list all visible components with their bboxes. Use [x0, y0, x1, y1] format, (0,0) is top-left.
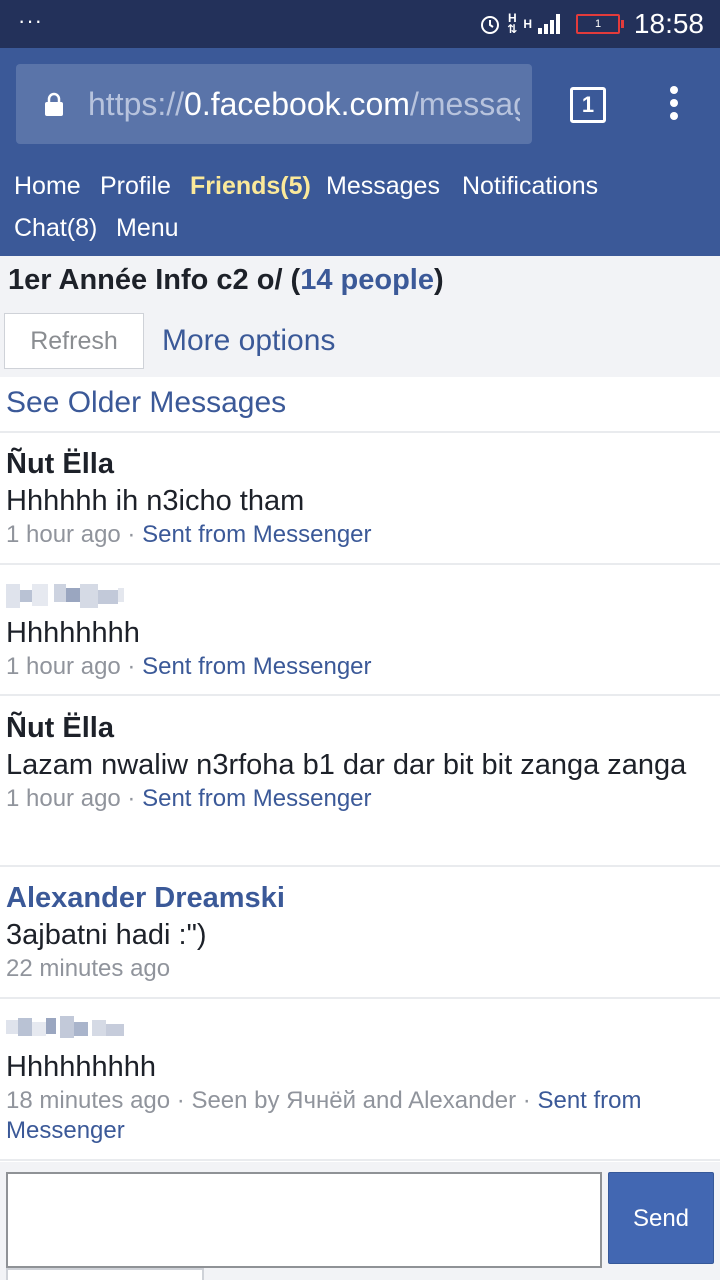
- message-time: 1 hour ago: [6, 653, 121, 680]
- thread-title: 1er Année Info c2 o/ (14 people): [8, 264, 444, 297]
- message-item: Alexander Dreamski 3ajbatni hadi :") 22 …: [6, 880, 710, 984]
- message-item: Hhhhhhhhh 18 minutes ago · Seen by Ячнёй…: [6, 1012, 710, 1146]
- message-item: Ñut Ëlla Lazam nwaliw n3rfoha b1 dar dar…: [6, 710, 710, 814]
- refresh-button[interactable]: Refresh: [4, 313, 144, 369]
- message-body: Lazam nwaliw n3rfoha b1 dar dar bit bit …: [6, 749, 687, 781]
- message-body: 3ajbatni hadi :"): [6, 919, 207, 951]
- network-type-icon-2: H: [523, 16, 532, 31]
- message-sender[interactable]: Ñut Ëlla: [6, 710, 710, 746]
- message-sender[interactable]: Alexander Dreamski: [6, 880, 710, 916]
- meta-separator: ·: [120, 653, 143, 680]
- divider: [0, 997, 720, 999]
- attachment-button[interactable]: [6, 1268, 204, 1280]
- battery-icon: 1: [576, 14, 624, 34]
- thread-people-link[interactable]: 14 people: [300, 264, 434, 296]
- meta-separator: ·: [120, 785, 143, 812]
- nav-messages[interactable]: Messages: [326, 172, 440, 201]
- signal-icon: [538, 14, 560, 34]
- tab-switcher-button[interactable]: 1: [570, 87, 606, 123]
- lock-icon: [45, 92, 63, 116]
- nav-profile[interactable]: Profile: [100, 172, 171, 201]
- message-sender[interactable]: Ñut Ëlla: [6, 446, 710, 482]
- message-meta: 18 minutes ago · Seen by Ячнёй and Alexa…: [6, 1086, 710, 1146]
- message-body: Hhhhhhhh: [6, 617, 140, 649]
- message-input[interactable]: [6, 1172, 602, 1268]
- browser-toolbar: https://0.facebook.com/messages 1: [0, 48, 720, 160]
- message-meta: 1 hour ago · Sent from Messenger: [6, 652, 710, 682]
- status-bar: ··· H ⇅ H 1 18:58: [0, 0, 720, 48]
- message-meta: 1 hour ago · Sent from Messenger: [6, 520, 710, 550]
- nav-friends[interactable]: Friends(5): [190, 172, 311, 201]
- message-item: Ñut Ëlla Hhhhhh ih n3icho tham 1 hour ag…: [6, 446, 710, 550]
- divider: [0, 865, 720, 867]
- notification-dots-icon: ···: [18, 8, 43, 33]
- thread-people-open: (: [282, 264, 301, 296]
- send-button[interactable]: Send: [608, 1172, 714, 1264]
- network-type-icon: H ⇅: [507, 11, 518, 36]
- nav-home[interactable]: Home: [14, 172, 81, 201]
- see-older-messages-link[interactable]: See Older Messages: [6, 386, 286, 420]
- url-text: https://0.facebook.com/messages: [88, 84, 520, 124]
- divider: [0, 1159, 720, 1161]
- sent-from-messenger-link[interactable]: Sent from Messenger: [142, 521, 371, 548]
- message-time: 22 minutes ago: [6, 955, 171, 982]
- thread-people-close: ): [434, 264, 444, 296]
- sent-from-messenger-link[interactable]: Sent from Messenger: [142, 653, 371, 680]
- message-item: Hhhhhhhh 1 hour ago · Sent from Messenge…: [6, 578, 710, 682]
- divider: [0, 694, 720, 696]
- divider: [0, 431, 720, 433]
- nav-menu[interactable]: Menu: [116, 214, 179, 243]
- more-options-link[interactable]: More options: [162, 324, 335, 358]
- message-time: 1 hour ago: [6, 785, 121, 812]
- nav-notifications[interactable]: Notifications: [462, 172, 598, 201]
- url-path: /messages: [409, 86, 520, 122]
- blurred-sender-name[interactable]: [6, 1012, 710, 1048]
- nav-chat[interactable]: Chat(8): [14, 214, 97, 243]
- message-time: 1 hour ago: [6, 521, 121, 548]
- meta-separator: ·: [120, 521, 143, 548]
- url-scheme: https://: [88, 86, 185, 122]
- message-time: 18 minutes ago: [6, 1087, 171, 1114]
- clock: 18:58: [633, 8, 704, 39]
- battery-level: 1: [594, 18, 602, 30]
- message-meta: 1 hour ago · Sent from Messenger: [6, 784, 710, 814]
- address-bar[interactable]: https://0.facebook.com/messages: [16, 64, 532, 144]
- overflow-menu-icon[interactable]: [664, 86, 684, 122]
- message-body: Hhhhhhhhh: [6, 1051, 156, 1083]
- sent-from-messenger-link[interactable]: Sent from Messenger: [142, 785, 371, 812]
- thread-name: 1er Année Info c2 o/: [8, 264, 283, 296]
- divider: [0, 563, 720, 565]
- message-body: Hhhhhh ih n3icho tham: [6, 485, 305, 517]
- alarm-icon: [481, 16, 500, 34]
- facebook-nav: Home Profile Friends(5) Messages Notific…: [0, 160, 720, 256]
- seen-by-text: · Seen by Ячнёй and Alexander ·: [170, 1087, 538, 1114]
- blurred-sender-name[interactable]: [6, 578, 710, 614]
- url-host: 0.facebook.com: [184, 86, 410, 122]
